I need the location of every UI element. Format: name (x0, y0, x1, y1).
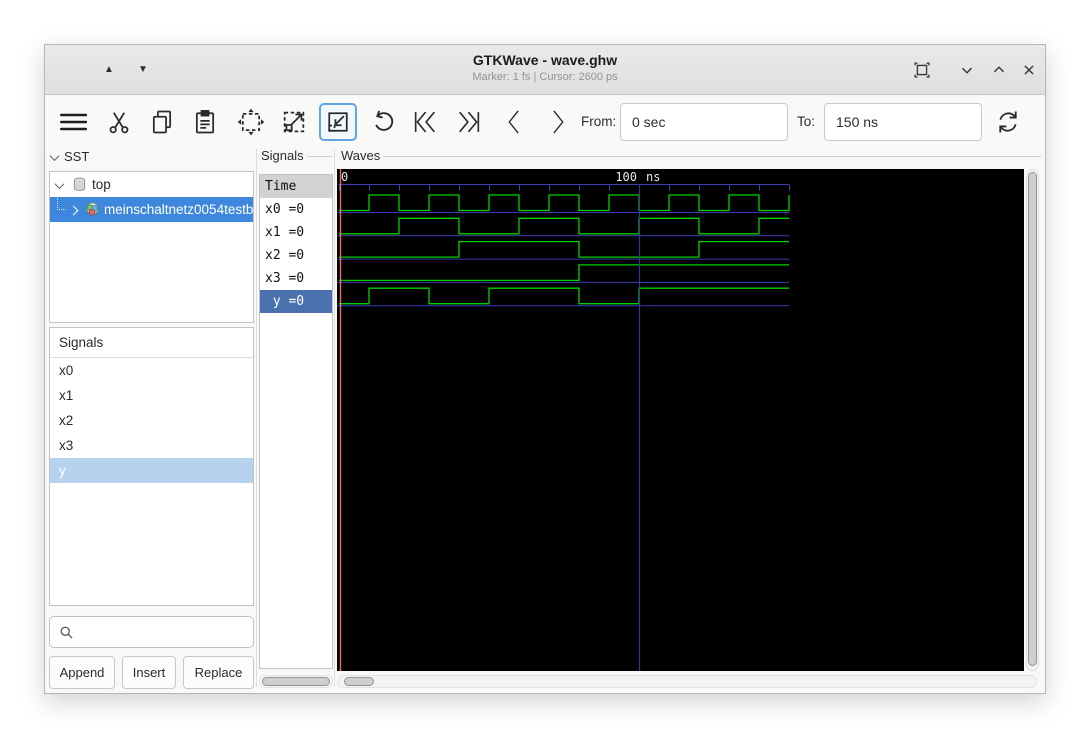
insert-button[interactable]: Insert (122, 656, 176, 689)
expander-icon (49, 151, 60, 162)
from-input[interactable] (620, 103, 788, 141)
svg-text:100: 100 (615, 170, 637, 184)
signal-list-item-x3[interactable]: x3 (50, 433, 253, 458)
signals-panel-header: Signals (50, 328, 253, 358)
scrollbar-thumb[interactable] (1028, 172, 1037, 666)
expander-icon[interactable] (54, 179, 65, 190)
wave-canvas[interactable]: 0 100 ns (337, 169, 1024, 671)
append-button[interactable]: Append (49, 656, 115, 689)
tree-guide-line (57, 197, 66, 210)
to-label: To: (797, 114, 816, 129)
signal-list: x0 x1 x2 x3 y (50, 358, 253, 483)
window-status: Marker: 1 fs | Cursor: 2600 ps (472, 71, 618, 83)
zoom-fit-icon[interactable] (237, 108, 265, 136)
frame-border (383, 156, 1041, 157)
reload-icon[interactable] (994, 108, 1022, 136)
frame-border (307, 156, 333, 157)
wave-name-row[interactable]: x0 =0 (260, 198, 332, 221)
waves-vscrollbar[interactable] (1026, 169, 1039, 671)
waveform-y (339, 287, 789, 305)
sst-section-header[interactable]: SST (49, 149, 90, 167)
module-icon (84, 202, 104, 217)
wave-name-row[interactable]: y =0 (260, 290, 332, 313)
to-input[interactable] (824, 103, 982, 141)
waveform-x2 (339, 240, 789, 258)
close-icon[interactable] (1018, 59, 1040, 81)
wave-names-frame-label: Signals (261, 148, 307, 163)
search-input[interactable] (80, 618, 250, 646)
waves-hscrollbar[interactable] (337, 675, 1037, 688)
wave-name-row[interactable]: x2 =0 (260, 244, 332, 267)
waveform-x0 (339, 194, 790, 212)
maximize-icon[interactable] (988, 59, 1010, 81)
from-label: From: (581, 114, 617, 129)
signal-list-item-x2[interactable]: x2 (50, 408, 253, 433)
pane-splitter-right[interactable] (334, 149, 335, 687)
wave-name-row[interactable]: x3 =0 (260, 267, 332, 290)
sst-tree: top meinschaltnetz0054testb (50, 172, 253, 222)
waveform-x3 (339, 264, 789, 282)
svg-text:0: 0 (341, 170, 348, 184)
zoom-in-button[interactable] (319, 103, 357, 141)
signal-list-item-y[interactable]: y (50, 458, 253, 483)
scrollbar-thumb[interactable] (262, 677, 330, 686)
toolbar: From: To: (45, 96, 1045, 148)
sst-tree-panel: top meinschaltnetz0054testb (49, 171, 254, 323)
signal-list-item-x1[interactable]: x1 (50, 383, 253, 408)
wave-name-list: Time x0 =0 x1 =0 x2 =0 x3 =0 y =0 (259, 174, 333, 669)
waveform-x1 (339, 217, 789, 235)
menu-icon[interactable] (59, 108, 88, 136)
undo-icon[interactable] (368, 108, 396, 136)
tree-item-meinschaltnetz0054testb[interactable]: meinschaltnetz0054testb (50, 197, 253, 222)
zoom-out-icon[interactable] (280, 108, 308, 136)
tile-window-icon[interactable] (911, 59, 933, 81)
signal-search[interactable] (49, 616, 254, 648)
expander-icon[interactable] (68, 205, 79, 216)
scrollbar-thumb[interactable] (344, 677, 374, 686)
zoom-in-icon (328, 112, 348, 132)
wave-name-row[interactable]: x1 =0 (260, 221, 332, 244)
replace-button[interactable]: Replace (183, 656, 254, 689)
paste-icon[interactable] (191, 108, 219, 136)
go-to-start-icon[interactable] (411, 108, 439, 136)
minimize-icon[interactable] (956, 59, 978, 81)
tree-item-top[interactable]: top (50, 172, 253, 197)
search-icon (60, 626, 73, 639)
time-header: Time (260, 175, 332, 198)
previous-edge-icon[interactable] (500, 108, 528, 136)
signals-panel: Signals x0 x1 x2 x3 y (49, 327, 254, 606)
signal-list-item-x0[interactable]: x0 (50, 358, 253, 383)
window-title: GTKWave - wave.ghw (472, 52, 618, 68)
database-icon (70, 177, 92, 192)
tree-item-label: meinschaltnetz0054testb (104, 202, 253, 217)
pane-splitter-left[interactable] (256, 149, 257, 687)
sst-label: SST (64, 149, 90, 164)
titlebar: ▲ ▼ GTKWave - wave.ghw Marker: 1 fs | Cu… (45, 45, 1045, 95)
tree-item-label: top (92, 177, 111, 192)
svg-text:ns: ns (646, 170, 660, 184)
copy-icon[interactable] (148, 108, 176, 136)
waves-frame-label: Waves (341, 148, 384, 163)
cut-icon[interactable] (105, 108, 133, 136)
go-to-end-icon[interactable] (455, 108, 483, 136)
next-edge-icon[interactable] (544, 108, 572, 136)
gtkwave-window: ▲ ▼ GTKWave - wave.ghw Marker: 1 fs | Cu… (44, 44, 1046, 694)
wave-names-hscrollbar[interactable] (259, 675, 333, 688)
